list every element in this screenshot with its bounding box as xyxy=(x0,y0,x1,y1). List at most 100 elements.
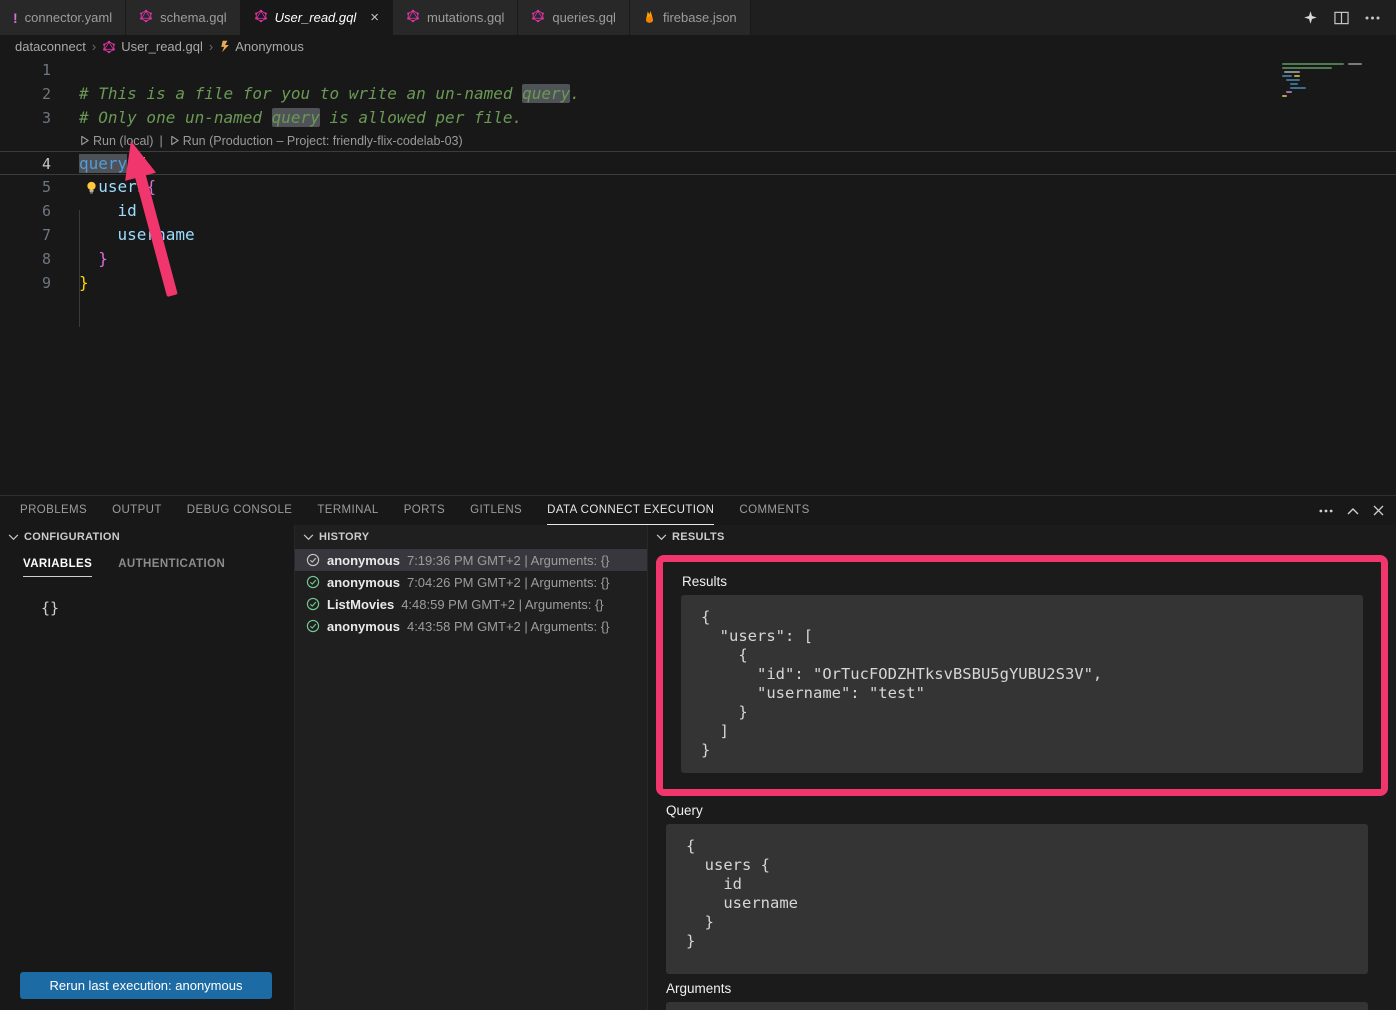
configuration-section: CONFIGURATION VARIABLES AUTHENTICATION {}… xyxy=(0,525,295,1010)
results-json: { "users": [ { "id": "OrTucFODZHTksvBSBU… xyxy=(681,595,1363,773)
symbol-icon xyxy=(219,40,230,53)
tab-firebase-json[interactable]: firebase.json xyxy=(630,0,751,35)
token xyxy=(127,154,137,173)
graphql-file-icon xyxy=(254,9,268,26)
tab-mutations-gql[interactable]: mutations.gql xyxy=(393,0,518,35)
code-text xyxy=(62,58,79,82)
history-entry[interactable]: anonymous7:04:26 PM GMT+2 | Arguments: {… xyxy=(295,571,647,593)
breadcrumb: dataconnect›User_read.gql›Anonymous xyxy=(0,35,1396,58)
code-line-4: 4query { xyxy=(0,151,1396,175)
close-icon[interactable]: × xyxy=(370,10,379,25)
token: { xyxy=(137,154,147,173)
history-entry-name: anonymous xyxy=(327,553,400,568)
minimap-bar xyxy=(1290,83,1298,85)
code-text: } xyxy=(62,271,89,295)
minimap-bar xyxy=(1282,67,1332,69)
code-text: # Only one un-named query is allowed per… xyxy=(62,106,522,130)
codelens-run-local[interactable]: Run (local) xyxy=(79,134,153,148)
code-text: id xyxy=(62,199,137,223)
panel-tab-data-connect-execution[interactable]: DATA CONNECT EXECUTION xyxy=(547,496,714,525)
panel-tab-bar: PROBLEMS OUTPUT DEBUG CONSOLE TERMINAL PORTS… xyxy=(0,496,1396,525)
panel-maximize-icon[interactable] xyxy=(1347,507,1359,515)
token xyxy=(79,225,118,244)
breadcrumb-item-user-read-gql[interactable]: User_read.gql xyxy=(102,39,203,54)
panel-tab-terminal[interactable]: TERMINAL xyxy=(317,496,378,525)
check-circle-icon xyxy=(306,619,320,633)
minimap[interactable] xyxy=(1278,60,1390,140)
line-number: 3 xyxy=(0,106,62,130)
token: query xyxy=(79,154,127,173)
panel-tab-comments[interactable]: COMMENTS xyxy=(739,496,809,525)
line-number: 6 xyxy=(0,199,62,223)
panel-tab-gitlens[interactable]: GITLENS xyxy=(470,496,522,525)
history-entry-detail: 7:04:26 PM GMT+2 | Arguments: {} xyxy=(407,575,609,590)
history-entry[interactable]: anonymous4:43:58 PM GMT+2 | Arguments: {… xyxy=(295,615,647,637)
minimap-bar xyxy=(1294,75,1300,77)
token: username xyxy=(118,225,195,244)
editor[interactable]: 12# This is a file for you to write an u… xyxy=(0,58,1396,495)
line-number: 8 xyxy=(0,247,62,271)
minimap-bar xyxy=(1348,63,1362,65)
breadcrumb-separator: › xyxy=(209,39,213,54)
panel-tab-ports[interactable]: PORTS xyxy=(404,496,445,525)
history-entry[interactable]: ListMovies4:48:59 PM GMT+2 | Arguments: … xyxy=(295,593,647,615)
token: users xyxy=(98,177,146,196)
tab-label: mutations.gql xyxy=(427,10,504,25)
tab-queries-gql[interactable]: queries.gql xyxy=(518,0,630,35)
code-text: query { xyxy=(62,152,146,174)
tab-label: User_read.gql xyxy=(275,10,357,25)
query-label: Query xyxy=(666,803,1396,818)
panel-tab-problems[interactable]: PROBLEMS xyxy=(20,496,87,525)
run-icon xyxy=(169,135,180,146)
codelens-separator: | xyxy=(159,134,162,148)
tab-schema-gql[interactable]: schema.gql xyxy=(126,0,240,35)
check-circle-icon xyxy=(306,597,320,611)
code-line-8: 8 } xyxy=(0,247,1396,271)
more-actions-icon[interactable] xyxy=(1365,16,1380,20)
check-circle-icon xyxy=(306,575,320,589)
codelens-run-production[interactable]: Run (Production – Project: friendly-flix… xyxy=(169,134,463,148)
panel-more-icon[interactable] xyxy=(1319,509,1333,513)
minimap-bar xyxy=(1286,79,1300,81)
panel-tab-debug-console[interactable]: DEBUG CONSOLE xyxy=(187,496,293,525)
codelens-label: Run (local) xyxy=(93,134,153,148)
history-header[interactable]: HISTORY xyxy=(295,525,647,549)
configuration-header[interactable]: CONFIGURATION xyxy=(0,525,294,549)
graphql-file-icon xyxy=(406,9,420,26)
tab-connector-yaml[interactable]: !connector.yaml xyxy=(0,0,126,35)
token: # Only one un-named xyxy=(79,108,272,127)
tab-label: schema.gql xyxy=(160,10,226,25)
minimap-bar xyxy=(1282,95,1287,97)
minimap-bar xyxy=(1284,71,1300,73)
code-line-1: 1 xyxy=(0,58,1396,82)
line-number: 7 xyxy=(0,223,62,247)
config-tab-variables[interactable]: VARIABLES xyxy=(23,558,92,577)
code-line-3: 3# Only one un-named query is allowed pe… xyxy=(0,106,1396,130)
variables-value: {} xyxy=(41,599,294,617)
minimap-bar xyxy=(1282,75,1292,77)
chevron-down-icon xyxy=(303,534,314,541)
indent-guide xyxy=(79,210,80,327)
code-text: # This is a file for you to write an un-… xyxy=(62,82,580,106)
query-text: { users { id username } } xyxy=(666,824,1368,974)
breadcrumb-item-dataconnect[interactable]: dataconnect xyxy=(15,39,86,54)
split-editor-icon[interactable] xyxy=(1334,11,1349,25)
code-line-5: 5 users{ xyxy=(0,175,1396,199)
codelens-label: Run (Production – Project: friendly-flix… xyxy=(183,134,463,148)
results-header[interactable]: RESULTS xyxy=(648,525,1396,549)
panel-close-icon[interactable] xyxy=(1373,505,1384,516)
results-label: Results xyxy=(682,574,1363,589)
graphql-file-icon xyxy=(531,9,545,26)
breadcrumb-item-anonymous[interactable]: Anonymous xyxy=(219,39,304,54)
rerun-button[interactable]: Rerun last execution: anonymous xyxy=(20,972,272,999)
tab-user-read-gql[interactable]: User_read.gql × xyxy=(241,0,393,35)
annotation-highlight-box: Results { "users": [ { "id": "OrTucFODZH… xyxy=(656,555,1388,796)
history-entry[interactable]: anonymous7:19:36 PM GMT+2 | Arguments: {… xyxy=(295,549,647,571)
bottom-panel: PROBLEMS OUTPUT DEBUG CONSOLE TERMINAL PORTS… xyxy=(0,495,1396,1010)
panel-tab-output[interactable]: OUTPUT xyxy=(112,496,162,525)
copilot-sparkle-icon[interactable] xyxy=(1303,10,1318,25)
results-title: RESULTS xyxy=(672,531,725,543)
editor-tab-bar: !connector.yaml schema.gql User_read.gql × m… xyxy=(0,0,1396,35)
config-tab-authentication[interactable]: AUTHENTICATION xyxy=(118,558,225,577)
code-line-2: 2# This is a file for you to write an un… xyxy=(0,82,1396,106)
